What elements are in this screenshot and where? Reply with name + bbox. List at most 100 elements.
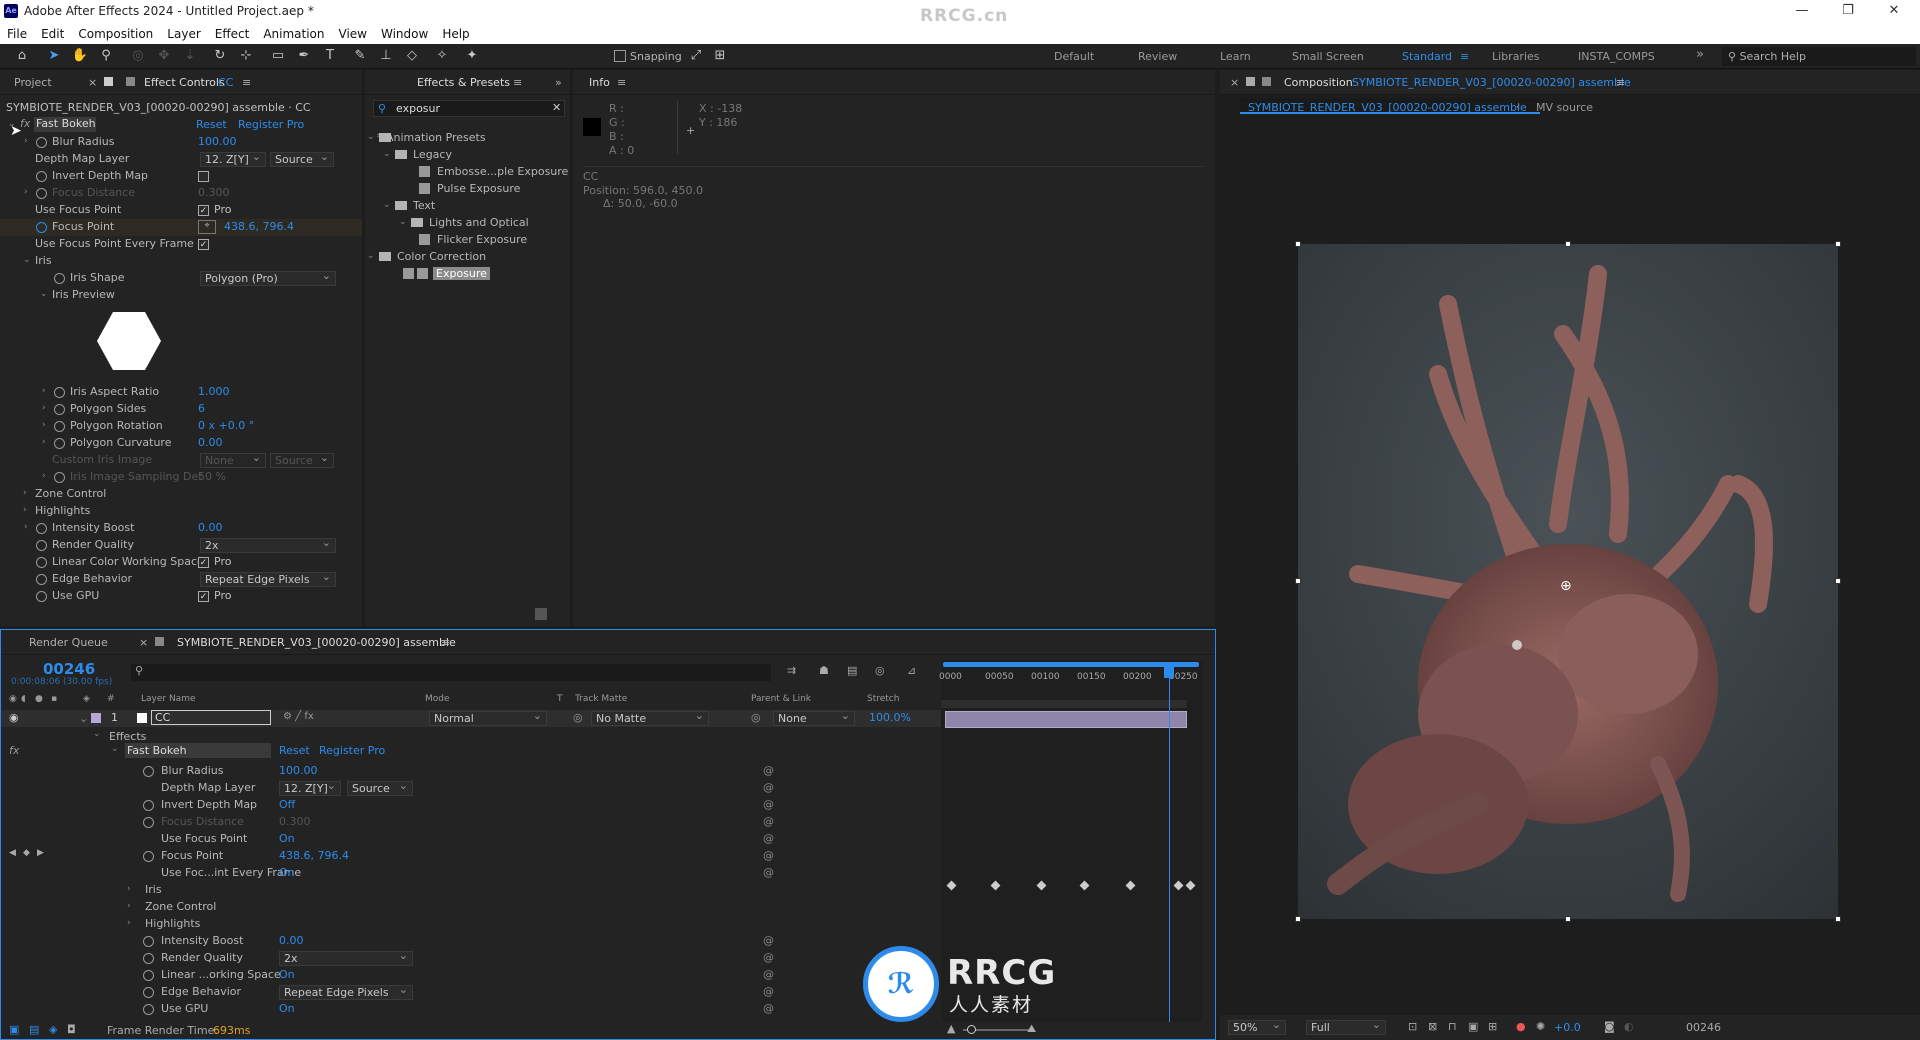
stopwatch-icon[interactable] bbox=[36, 137, 47, 148]
panel-menu-icon[interactable]: ≡ bbox=[242, 76, 251, 89]
expand-arrow-icon[interactable]: › bbox=[127, 884, 131, 894]
expand-arrow-icon[interactable]: › bbox=[127, 918, 131, 928]
layer-duration-bar[interactable] bbox=[945, 711, 1187, 728]
blur-radius-value[interactable]: 100.00 bbox=[198, 135, 237, 148]
fx-icon[interactable]: fx bbox=[9, 744, 19, 757]
playhead-handle[interactable] bbox=[1164, 666, 1174, 678]
keyframe-marker[interactable] bbox=[1185, 880, 1196, 891]
focus-point-marker[interactable] bbox=[1512, 640, 1522, 650]
dolly-tool-icon[interactable]: ⇣ bbox=[180, 47, 200, 65]
work-area-bar[interactable] bbox=[943, 662, 1199, 667]
custom-iris-image-source-dropdown[interactable]: Source bbox=[270, 451, 334, 468]
expand-arrow-icon[interactable]: › bbox=[23, 505, 27, 515]
stopwatch-icon[interactable] bbox=[36, 574, 47, 585]
workspace-standard[interactable]: Standard bbox=[1402, 50, 1452, 63]
focus-distance-value[interactable]: 0.300 bbox=[198, 186, 230, 199]
effects-group-label[interactable]: Effects bbox=[109, 730, 146, 743]
collapse-arrow-icon[interactable]: ⌄ bbox=[399, 217, 407, 227]
toggle-modes-icon[interactable]: ▤ bbox=[29, 1023, 39, 1036]
timeline-prop-dropdown[interactable]: Repeat Edge Pixels bbox=[279, 983, 413, 1000]
maximize-button[interactable]: ❐ bbox=[1826, 0, 1870, 24]
menu-composition[interactable]: Composition bbox=[78, 27, 153, 41]
solo-toggle-icon[interactable]: ● bbox=[35, 694, 43, 704]
region-of-interest-icon[interactable]: ⊡ bbox=[1408, 1020, 1417, 1033]
polygon-rotation-value[interactable]: 0 x +0.0 ° bbox=[198, 419, 254, 432]
keyframe-marker[interactable] bbox=[1036, 880, 1047, 891]
keyframe-marker[interactable] bbox=[990, 880, 1001, 891]
layer-name-field[interactable]: CC bbox=[151, 710, 271, 725]
stopwatch-icon[interactable] bbox=[36, 188, 47, 199]
matte-pickwhip-icon[interactable]: ◎ bbox=[573, 711, 583, 724]
color-channels-icon[interactable]: ● bbox=[1516, 1020, 1526, 1033]
effect-register-link[interactable]: Register Pro bbox=[238, 118, 304, 131]
eraser-tool-icon[interactable]: ◇ bbox=[402, 47, 422, 65]
timeline-search-input[interactable]: ⚲ bbox=[131, 664, 771, 681]
keyframe-marker[interactable] bbox=[1125, 880, 1136, 891]
expand-arrow-icon[interactable]: › bbox=[42, 403, 46, 413]
rectangle-tool-icon[interactable]: ▭ bbox=[268, 47, 288, 65]
visibility-eye-icon[interactable]: ◉ bbox=[9, 711, 19, 724]
stopwatch-icon[interactable] bbox=[143, 1004, 154, 1015]
breadcrumb-source[interactable]: MV source bbox=[1536, 101, 1593, 114]
expand-panels-icon[interactable]: » bbox=[555, 76, 562, 89]
layer-row[interactable]: ◉ ⌄ 1 CC ⚙ ╱ fx Normal ◎ No Matte ◎ None… bbox=[1, 709, 941, 727]
expression-pickwhip-icon[interactable]: @ bbox=[763, 781, 774, 794]
zoom-dropdown[interactable]: 50% bbox=[1228, 1018, 1286, 1035]
workspace-insta-comps[interactable]: INSTA_COMPS bbox=[1578, 50, 1655, 63]
panel-menu-icon[interactable]: ≡ bbox=[441, 636, 450, 649]
iris-sampling-detail-value[interactable]: 50 % bbox=[198, 470, 226, 483]
lock-toggle-icon[interactable]: ▪ bbox=[51, 694, 57, 704]
stopwatch-icon[interactable] bbox=[54, 438, 65, 449]
expression-pickwhip-icon[interactable]: @ bbox=[763, 934, 774, 947]
transform-handle[interactable] bbox=[1565, 916, 1571, 922]
transform-handle[interactable] bbox=[1295, 916, 1301, 922]
time-navigator[interactable] bbox=[941, 700, 1187, 708]
stopwatch-icon[interactable] bbox=[143, 987, 154, 998]
transform-handle[interactable] bbox=[1295, 578, 1301, 584]
zoom-tool-icon[interactable]: ⚲ bbox=[96, 47, 116, 65]
guides-icon[interactable]: ▣ bbox=[1468, 1020, 1478, 1033]
prev-keyframe-icon[interactable]: ◀ bbox=[9, 848, 16, 858]
blend-mode-dropdown[interactable]: Normal bbox=[429, 709, 547, 726]
add-keyframe-icon[interactable]: ◆ bbox=[23, 848, 30, 858]
panel-lock-icon[interactable] bbox=[104, 77, 113, 86]
breadcrumb-comp[interactable]: SYMBIOTE_RENDER_V03_[00020-00290] assemb… bbox=[1248, 101, 1527, 114]
workspace-learn[interactable]: Learn bbox=[1220, 50, 1251, 63]
pan-tool-icon[interactable]: ✥ bbox=[154, 47, 174, 65]
stopwatch-icon[interactable] bbox=[143, 953, 154, 964]
expression-pickwhip-icon[interactable]: @ bbox=[763, 1002, 774, 1015]
home-icon[interactable]: ⌂ bbox=[12, 47, 32, 65]
orbit-tool-icon[interactable]: ◎ bbox=[128, 47, 148, 65]
tab-render-queue[interactable]: Render Queue bbox=[29, 636, 108, 649]
stopwatch-icon[interactable] bbox=[143, 817, 154, 828]
frame-blending-icon[interactable]: ▤ bbox=[847, 664, 857, 677]
expand-layer-icon[interactable]: ⌄ bbox=[79, 712, 88, 725]
stopwatch-icon[interactable] bbox=[36, 523, 47, 534]
zoom-out-icon[interactable]: ▲ bbox=[947, 1022, 955, 1035]
timeline-effect-reset[interactable]: Reset bbox=[279, 744, 310, 757]
panel-lock-icon[interactable] bbox=[1246, 77, 1255, 86]
transparency-grid-icon[interactable]: ⊠ bbox=[1428, 1020, 1437, 1033]
close-tab-icon[interactable]: × bbox=[1230, 76, 1239, 89]
timeline-prop-dropdown[interactable]: 2x bbox=[279, 949, 413, 966]
menu-window[interactable]: Window bbox=[381, 27, 428, 41]
timeline-prop-value[interactable]: 100.00 bbox=[279, 764, 318, 777]
parent-pickwhip-icon[interactable]: ◎ bbox=[751, 711, 761, 724]
comp-tab-prefix[interactable]: Composition bbox=[1284, 76, 1353, 89]
mask-visibility-icon[interactable]: ⊓ bbox=[1448, 1020, 1457, 1033]
linear-color-working-space-checkbox[interactable]: ✓ bbox=[198, 557, 209, 568]
timeline-current-time[interactable]: 00246 bbox=[43, 660, 95, 678]
timeline-prop-value[interactable]: On bbox=[279, 832, 295, 845]
expand-arrow-icon[interactable]: › bbox=[42, 420, 46, 430]
workspace-libraries[interactable]: Libraries bbox=[1492, 50, 1540, 63]
edge-behavior-dropdown[interactable]: Repeat Edge Pixels bbox=[200, 570, 336, 587]
workspace-review[interactable]: Review bbox=[1138, 50, 1177, 63]
zoom-slider-thumb[interactable] bbox=[967, 1025, 976, 1034]
comp-current-time[interactable]: 00246 bbox=[1686, 1021, 1721, 1034]
stopwatch-icon[interactable] bbox=[36, 557, 47, 568]
invert-depth-map-checkbox[interactable] bbox=[198, 171, 209, 182]
stopwatch-icon[interactable] bbox=[36, 171, 47, 182]
tab-effect-controls[interactable]: Effect Controls bbox=[144, 76, 225, 89]
collapse-arrow-icon[interactable]: ⌄ bbox=[383, 200, 391, 210]
timeline-prop-value[interactable]: On bbox=[279, 968, 295, 981]
